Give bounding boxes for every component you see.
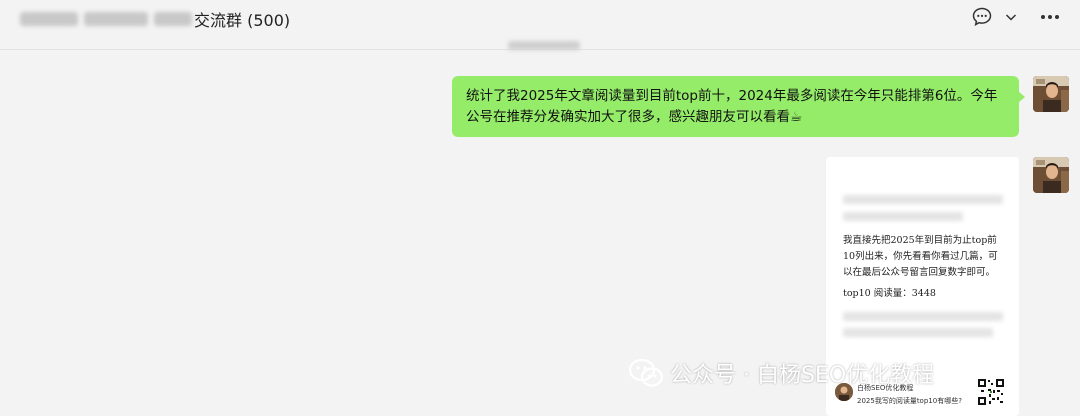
blurred-text: [843, 328, 993, 337]
avatar[interactable]: [1033, 157, 1069, 193]
wechat-logo-icon: [628, 357, 664, 389]
blurred-timestamp: [508, 41, 580, 50]
blurred-title-part: [84, 12, 148, 26]
qr-code-icon: [977, 378, 1005, 406]
card-stat: top10 阅读量：3448: [843, 288, 936, 299]
chat-bubble-icon[interactable]: [970, 5, 994, 29]
watermark-text: 公众号 · 白杨SEO优化教程: [670, 363, 935, 388]
blurred-title-part: [154, 12, 192, 26]
card-paragraph: 我直接先把2025年到目前为止top前10列出来，你先看看你看过几篇，可以在最后…: [843, 235, 998, 278]
sent-message-bubble[interactable]: 统计了我2025年文章阅读量到目前top前十，2024年最多阅读在今年只能排第6…: [452, 76, 1025, 137]
blurred-title-part: [20, 12, 78, 26]
chevron-down-icon[interactable]: [1004, 5, 1018, 29]
more-dots-icon[interactable]: [1038, 5, 1062, 29]
message-text: 统计了我2025年文章阅读量到目前top前十，2024年最多阅读在今年只能排第6…: [466, 88, 998, 125]
card-description: 2025我写的阅读量top10有哪些?: [857, 397, 962, 405]
header-actions: [970, 5, 1062, 29]
blurred-text: [843, 212, 963, 221]
blurred-text: [843, 312, 1003, 321]
blurred-text: [843, 195, 1003, 204]
avatar[interactable]: [1033, 76, 1069, 112]
watermark: 公众号 · 白杨SEO优化教程: [628, 357, 934, 389]
group-name-label: 交流群 (500): [194, 11, 291, 30]
chat-title[interactable]: 交流群 (500): [20, 8, 290, 30]
